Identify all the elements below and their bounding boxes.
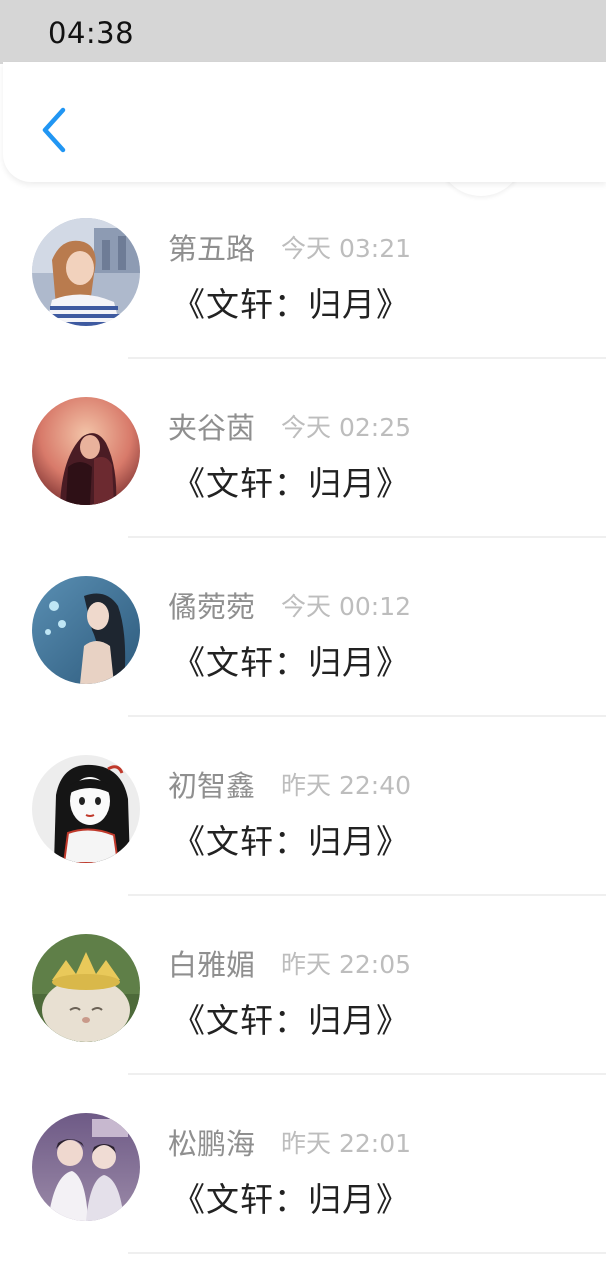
timestamp: 今天 00:12 [281, 592, 412, 621]
message-list: 第五路 今天 03:21 《文轩：归月》 夹谷茵 今天 02:25 《文轩：归月… [0, 180, 606, 1254]
message-text: 《文轩：归月》 [172, 1180, 410, 1219]
message-meta: 白雅媚 昨天 22:05 [168, 942, 412, 982]
timestamp: 昨天 22:40 [281, 771, 412, 800]
list-item[interactable]: 初智鑫 昨天 22:40 《文轩：归月》 [0, 717, 606, 896]
status-bar: 04:38 [0, 0, 606, 64]
user-name: 初智鑫 [168, 769, 256, 803]
app-screen: 04:38 第五路 今天 03:21 《文轩：归月》 夹谷茵 今天 02:25 … [0, 0, 606, 1280]
divider [128, 1252, 606, 1254]
message-meta: 僪菀菀 今天 00:12 [168, 584, 412, 624]
timestamp: 昨天 22:01 [281, 1129, 412, 1158]
timestamp: 今天 03:21 [281, 234, 412, 263]
message-text: 《文轩：归月》 [172, 1001, 410, 1040]
message-text: 《文轩：归月》 [172, 643, 410, 682]
user-name: 僪菀菀 [168, 590, 256, 624]
message-text: 《文轩：归月》 [172, 822, 410, 861]
user-name: 第五路 [168, 232, 256, 266]
list-item[interactable]: 第五路 今天 03:21 《文轩：归月》 [0, 180, 606, 359]
user-name: 夹谷茵 [168, 411, 256, 445]
avatar[interactable] [32, 934, 140, 1042]
avatar[interactable] [32, 1113, 140, 1221]
back-button[interactable] [33, 102, 77, 158]
timestamp: 昨天 22:05 [281, 950, 412, 979]
message-meta: 夹谷茵 今天 02:25 [168, 405, 412, 445]
message-meta: 第五路 今天 03:21 [168, 226, 412, 266]
message-text: 《文轩：归月》 [172, 464, 410, 503]
user-name: 白雅媚 [168, 948, 256, 982]
list-item[interactable]: 白雅媚 昨天 22:05 《文轩：归月》 [0, 896, 606, 1075]
avatar[interactable] [32, 755, 140, 863]
user-name: 松鹏海 [168, 1127, 256, 1161]
message-meta: 初智鑫 昨天 22:40 [168, 763, 412, 803]
timestamp: 今天 02:25 [281, 413, 412, 442]
avatar[interactable] [32, 397, 140, 505]
avatar[interactable] [32, 218, 140, 326]
status-time: 04:38 [48, 16, 135, 50]
message-text: 《文轩：归月》 [172, 285, 410, 324]
list-item[interactable]: 僪菀菀 今天 00:12 《文轩：归月》 [0, 538, 606, 717]
avatar[interactable] [32, 576, 140, 684]
chevron-left-icon [42, 107, 66, 153]
header-bar [3, 62, 606, 182]
list-item[interactable]: 夹谷茵 今天 02:25 《文轩：归月》 [0, 359, 606, 538]
message-meta: 松鹏海 昨天 22:01 [168, 1121, 412, 1161]
list-item[interactable]: 松鹏海 昨天 22:01 《文轩：归月》 [0, 1075, 606, 1254]
